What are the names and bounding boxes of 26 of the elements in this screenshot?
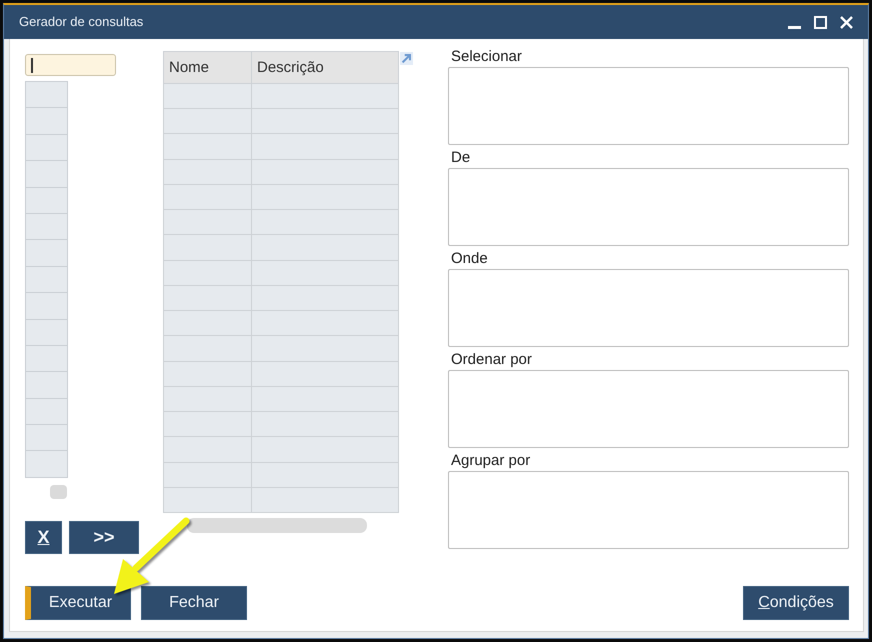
scroll-thumb[interactable]	[50, 484, 67, 499]
footer-button[interactable]: Executar	[25, 586, 131, 620]
text-cursor-icon	[31, 58, 33, 73]
column-header[interactable]: Nome	[164, 52, 252, 84]
tool-button[interactable]: X	[25, 520, 62, 554]
close-icon	[840, 16, 852, 28]
field-label: Agrupar por	[450, 451, 532, 471]
footer-button[interactable]: Fechar	[141, 586, 247, 620]
field-label: De	[450, 148, 472, 168]
tool-button[interactable]: >>	[69, 520, 139, 554]
query-field[interactable]	[448, 67, 849, 145]
query-field[interactable]	[448, 168, 849, 246]
horizontal-scrollbar[interactable]	[187, 518, 367, 533]
query-field[interactable]	[448, 370, 849, 448]
column-header[interactable]: Descrição	[252, 52, 399, 84]
field-label: Ordenar por	[450, 350, 533, 370]
footer-button[interactable]: Condições	[743, 586, 849, 620]
field-label: Selecionar	[450, 47, 523, 67]
input-field[interactable]	[25, 54, 116, 76]
maximize-icon	[814, 16, 826, 28]
window-title: Gerador de consultas	[19, 13, 144, 32]
field-label: Onde	[450, 249, 489, 269]
expand-icon[interactable]	[400, 51, 413, 66]
minimize-icon	[788, 26, 800, 28]
query-field[interactable]	[448, 471, 849, 549]
query-field[interactable]	[448, 269, 849, 347]
